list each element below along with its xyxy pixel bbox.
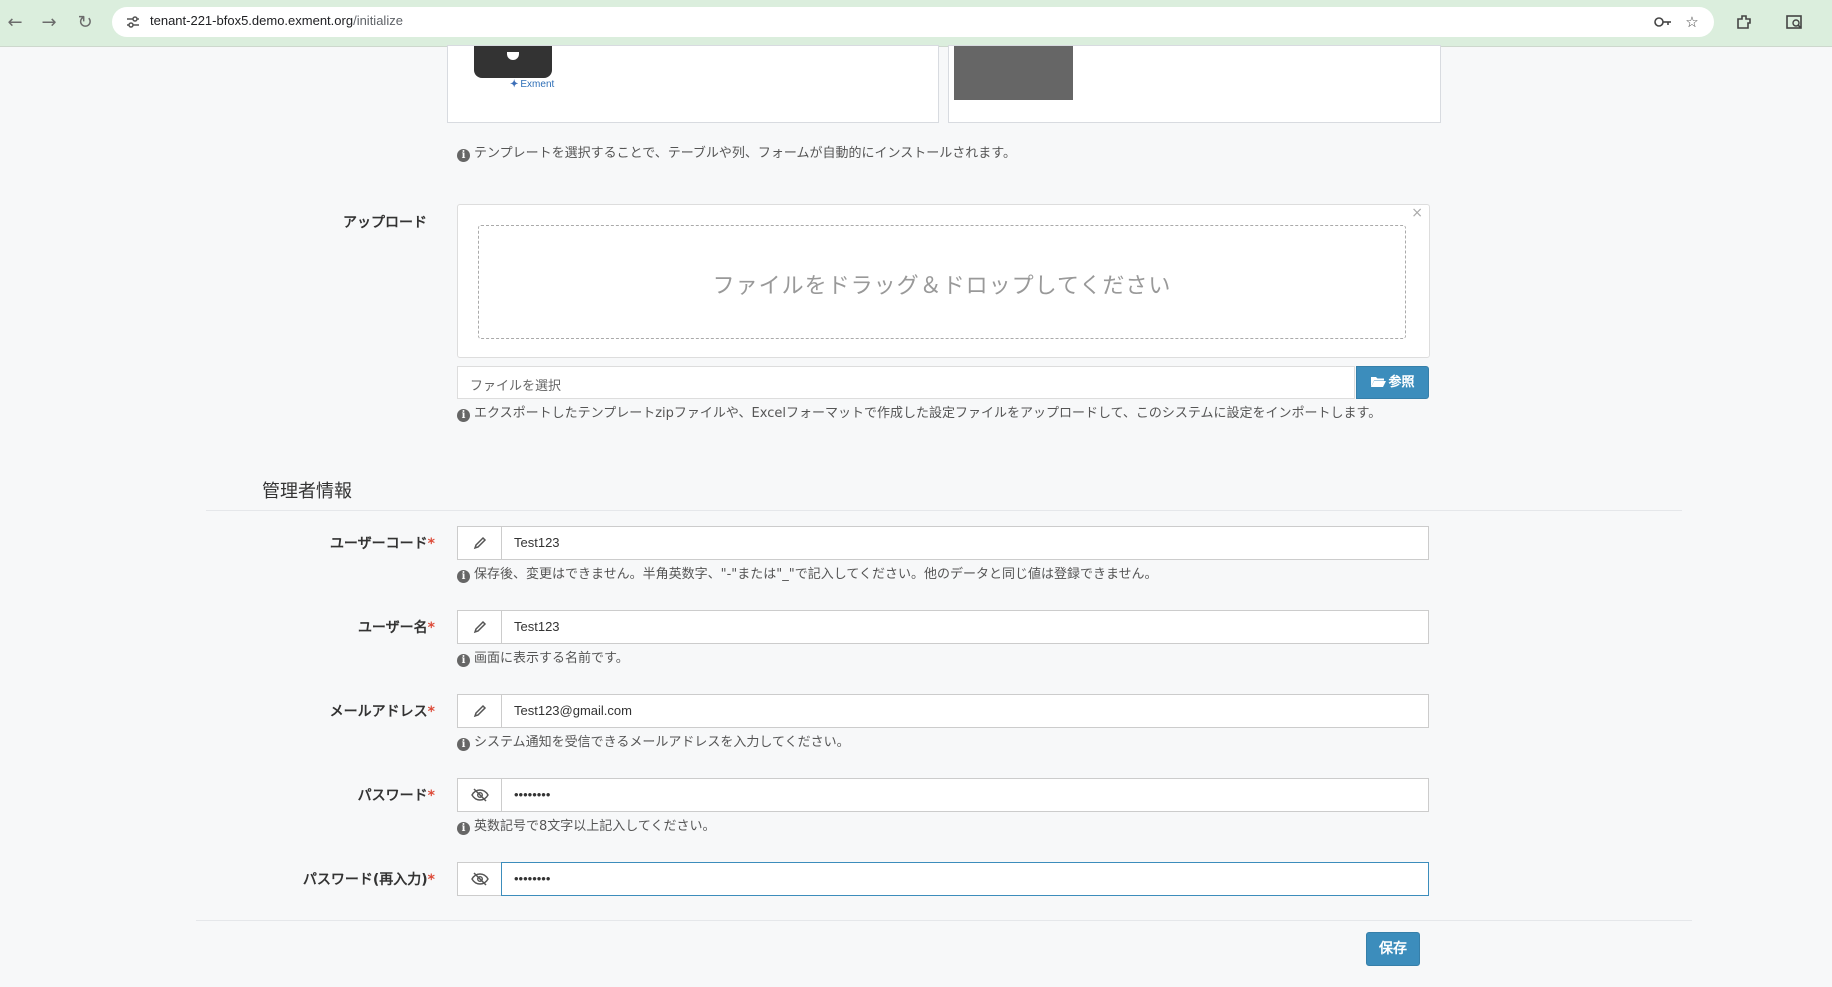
side-panel-icon[interactable] [1784,13,1804,33]
close-icon[interactable]: × [1411,205,1423,221]
required-mark: * [427,872,435,888]
browse-label: 参照 [1388,375,1415,390]
required-mark: * [427,536,435,552]
upload-dropzone[interactable]: × ファイルをドラッグ＆ドロップしてください [457,204,1430,358]
info-icon: i [457,654,470,667]
password-confirm-label: パスワード(再入力)* [260,869,435,889]
email-help-text: システム通知を受信できるメールアドレスを入力してください。 [474,735,850,750]
pencil-icon [457,610,502,644]
required-mark: * [427,788,435,804]
url-path: /initialize [353,13,403,28]
user-name-help-text: 画面に表示する名前です。 [474,651,629,666]
save-button[interactable]: 保存 [1366,932,1420,966]
required-mark: * [427,704,435,720]
email-input[interactable]: Test123@gmail.com [501,694,1429,728]
password-confirm-label-text: パスワード(再入力) [302,872,428,888]
template-thumbnail-icon [474,46,552,78]
exment-logo: ✦ Exment [510,79,555,90]
eye-slash-icon[interactable] [457,778,502,812]
template-card-exment[interactable]: ✦ Exment [447,45,939,123]
reload-icon[interactable]: ↻ [74,12,96,34]
url-text: tenant-221-bfox5.demo.exment.org/initial… [150,13,403,28]
browse-button[interactable]: 参照 [1356,366,1429,399]
extensions-icon[interactable] [1734,13,1754,33]
site-settings-icon[interactable] [126,15,140,29]
user-code-label-text: ユーザーコード [329,536,428,552]
info-icon: i [457,409,470,422]
upload-help: i エクスポートしたテンプレートzipファイルや、Excelフォーマットで作成した… [457,404,1417,424]
email-field: Test123@gmail.com [457,694,1429,728]
user-name-help: i 画面に表示する名前です。 [457,649,629,669]
dropzone-text: ファイルをドラッグ＆ドロップしてください [712,274,1172,299]
user-code-help-text: 保存後、変更はできません。半角英数字、"-"または"_"で記入してください。他の… [474,567,1158,582]
user-code-help: i 保存後、変更はできません。半角英数字、"-"または"_"で記入してください。他… [457,565,1158,585]
section-title-admin: 管理者情報 [262,481,352,502]
file-select-input[interactable]: ファイルを選択 [457,366,1355,399]
bookmark-star-icon[interactable]: ☆ [1682,12,1702,32]
folder-open-icon [1370,369,1387,400]
password-confirm-field: •••••••• [457,862,1429,896]
email-help: i システム通知を受信できるメールアドレスを入力してください。 [457,733,850,753]
browser-toolbar: ← → ↻ tenant-221-bfox5.demo.exment.org/i… [0,0,1832,47]
pencil-icon [457,526,502,560]
password-help-text: 英数記号で8文字以上記入してください。 [474,819,716,834]
user-name-input[interactable]: Test123 [501,610,1429,644]
exment-logo-text: Exment [520,79,555,90]
email-label-text: メールアドレス [329,704,428,720]
info-icon: i [457,822,470,835]
back-arrow-icon[interactable]: ← [4,12,26,34]
password-input[interactable]: •••••••• [501,778,1429,812]
user-name-field: Test123 [457,610,1429,644]
password-confirm-input[interactable]: •••••••• [501,862,1429,896]
required-mark: * [427,620,435,636]
url-host: tenant-221-bfox5.demo.exment.org [150,13,354,28]
info-icon: i [457,738,470,751]
user-code-label: ユーザーコード* [260,533,435,553]
info-icon: i [457,570,470,583]
template-help-text: テンプレートを選択することで、テーブルや列、フォームが自動的にインストールされま… [474,146,1016,161]
info-icon: i [457,149,470,162]
password-label: パスワード* [260,785,435,805]
upload-help-text: エクスポートしたテンプレートzipファイルや、Excelフォーマットで作成した設… [474,406,1382,421]
user-code-field: Test123 [457,526,1429,560]
page-content: ✦ Exment i テンプレートを選択することで、テーブルや列、フォームが自動的に… [0,45,1832,987]
user-name-label: ユーザー名* [260,617,435,637]
password-label-text: パスワード [357,788,428,804]
template-help: i テンプレートを選択することで、テーブルや列、フォームが自動的にインストールされ… [457,144,1016,164]
section-divider [206,510,1682,511]
user-name-label-text: ユーザー名 [357,620,428,636]
template-thumbnail [954,46,1073,100]
upload-label: アップロード [343,215,427,231]
email-label: メールアドレス* [260,701,435,721]
template-card-image[interactable] [948,45,1441,123]
dropzone-area[interactable]: ファイルをドラッグ＆ドロップしてください [478,225,1406,339]
pencil-icon [457,694,502,728]
forward-arrow-icon[interactable]: → [38,12,60,34]
password-key-icon[interactable] [1650,12,1676,32]
footer-divider [196,920,1692,921]
password-field: •••••••• [457,778,1429,812]
password-help: i 英数記号で8文字以上記入してください。 [457,817,716,837]
eye-slash-icon[interactable] [457,862,502,896]
address-bar[interactable]: tenant-221-bfox5.demo.exment.org/initial… [112,7,1714,37]
user-code-input[interactable]: Test123 [501,526,1429,560]
